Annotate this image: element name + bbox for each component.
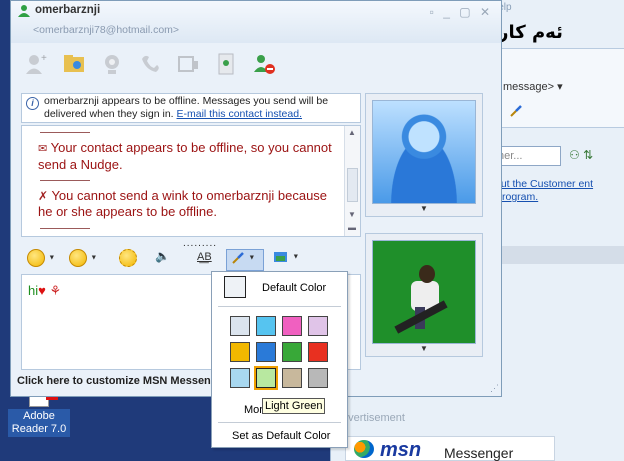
speaker-icon: 🔈: [155, 249, 170, 263]
scroll-thumb[interactable]: [347, 168, 358, 202]
color-swatch[interactable]: [230, 342, 250, 362]
user-display-picture[interactable]: ▼: [365, 233, 483, 357]
paintbrush-icon[interactable]: [509, 104, 523, 118]
background-button[interactable]: ▼: [273, 249, 299, 271]
advertisement-label: dvertisement: [342, 412, 405, 424]
invite-contact-icon[interactable]: +: [23, 51, 49, 77]
phone-call-icon[interactable]: [137, 51, 163, 77]
emoticon-icon: [27, 249, 45, 267]
history-scrollbar[interactable]: ▲ ▼ ▬: [344, 126, 360, 236]
contact-name: omerbarznji: [35, 4, 101, 16]
conversation-toolbar: +: [23, 51, 343, 81]
color-swatch[interactable]: [256, 316, 276, 336]
color-swatch[interactable]: [254, 366, 278, 390]
compose-message-text: hi: [28, 283, 39, 298]
contact-search-input[interactable]: ner...: [493, 146, 561, 166]
color-swatch[interactable]: [230, 316, 250, 336]
email-contact-link[interactable]: E-mail this contact instead.: [177, 108, 302, 120]
color-swatch[interactable]: [308, 368, 328, 388]
desktop-icon-label: Adobe Reader 7.0: [8, 409, 70, 437]
offline-info-bar: i omerbarznji appears to be offline. Mes…: [21, 93, 361, 123]
customize-ad-link[interactable]: Click here to customize MSN Messenger: [17, 375, 227, 387]
heart-emoticon-icon: ♥: [38, 283, 46, 298]
history-message-text: You cannot send a wink to omerbarznji be…: [38, 188, 328, 219]
color-swatch[interactable]: [308, 316, 328, 336]
background-icon: [274, 251, 287, 262]
msn-butterfly-icon: [354, 440, 374, 458]
msn-messenger-banner[interactable]: msn Messenger: [345, 436, 555, 461]
wink-button[interactable]: ▼: [69, 249, 97, 271]
voice-clip-button[interactable]: 🔈: [155, 249, 170, 271]
default-color-option[interactable]: Default Color: [212, 272, 347, 302]
picker-separator: [218, 422, 341, 423]
color-swatch[interactable]: [256, 342, 276, 362]
color-swatch[interactable]: [308, 342, 328, 362]
history-separator: [40, 132, 90, 133]
scroll-end-arrow[interactable]: ▬: [348, 223, 356, 232]
color-swatch[interactable]: [282, 316, 302, 336]
block-contact-icon[interactable]: [251, 51, 277, 77]
games-icon[interactable]: [213, 51, 239, 77]
default-color-label: Default Color: [262, 282, 327, 294]
color-tooltip: Light Green: [262, 398, 326, 414]
default-color-swatch: [224, 276, 246, 298]
nudge-button[interactable]: [119, 249, 137, 271]
svg-text:+: +: [41, 53, 47, 64]
activities-icon[interactable]: [175, 51, 201, 77]
user-avatar: [372, 240, 476, 344]
window-controls[interactable]: ▫ _ ▢ ✕: [430, 5, 493, 19]
chevron-down-icon[interactable]: ▼: [366, 344, 482, 353]
nudge-icon: [119, 249, 137, 267]
resize-grip[interactable]: ⋰: [490, 383, 499, 394]
customer-program-link[interactable]: out the Customer ent Program.: [495, 178, 624, 204]
formatting-toolbar: ▼ ▼ 🔈 A͟B ▼ ▼: [21, 247, 361, 273]
wink-icon: ✗: [38, 189, 49, 203]
scroll-up-arrow[interactable]: ▲: [348, 128, 356, 137]
history-message: ✗ You cannot send a wink to omerbarznji …: [38, 188, 338, 220]
history-separator: [40, 180, 90, 181]
font-icon: A͟B: [197, 251, 212, 263]
webcam-icon[interactable]: [99, 51, 125, 77]
add-contact-icon[interactable]: ⚇ ⇅: [569, 148, 593, 162]
flower-emoticon-icon: ⚘: [49, 283, 62, 298]
title-bar[interactable]: omerbarznji <omerbarznji78@hotmail.com> …: [11, 1, 501, 43]
picker-separator: [218, 306, 341, 307]
contact-email: <omerbarznji78@hotmail.com>: [33, 24, 180, 36]
color-swatch[interactable]: [282, 368, 302, 388]
buddy-icon: [18, 5, 30, 17]
compose-text: hi♥ ⚘: [28, 283, 61, 299]
color-button[interactable]: ▼: [226, 249, 264, 271]
conversation-history[interactable]: ✉ Your contact appears to be offline, so…: [21, 125, 361, 237]
chevron-down-icon[interactable]: ▼: [366, 204, 482, 213]
messenger-logo-text: Messenger: [444, 445, 514, 461]
history-separator: [40, 228, 90, 229]
paintbrush-icon: [232, 251, 244, 264]
send-files-icon[interactable]: [61, 51, 87, 77]
contact-display-picture[interactable]: ▼: [365, 93, 483, 217]
color-swatch[interactable]: [282, 342, 302, 362]
color-swatch[interactable]: [230, 368, 250, 388]
personal-message-dropdown[interactable]: message> ▾: [503, 80, 563, 93]
background-divider: [491, 246, 624, 264]
history-message-text: Your contact appears to be offline, so y…: [38, 140, 332, 172]
info-icon: i: [26, 97, 39, 110]
envelope-icon: ✉: [38, 143, 48, 155]
msn-logo-text: msn: [380, 439, 422, 461]
scroll-down-arrow[interactable]: ▼: [348, 210, 356, 219]
wink-smiley-icon: [69, 249, 87, 267]
set-default-color-option[interactable]: Set as Default Color: [232, 430, 330, 442]
history-message: ✉ Your contact appears to be offline, so…: [38, 140, 338, 173]
color-picker-dropdown: Default Color More Set as Default Color: [211, 271, 348, 448]
buddy-avatar: [372, 100, 476, 204]
emoticon-button[interactable]: ▼: [27, 249, 55, 271]
font-button[interactable]: A͟B: [197, 249, 212, 271]
